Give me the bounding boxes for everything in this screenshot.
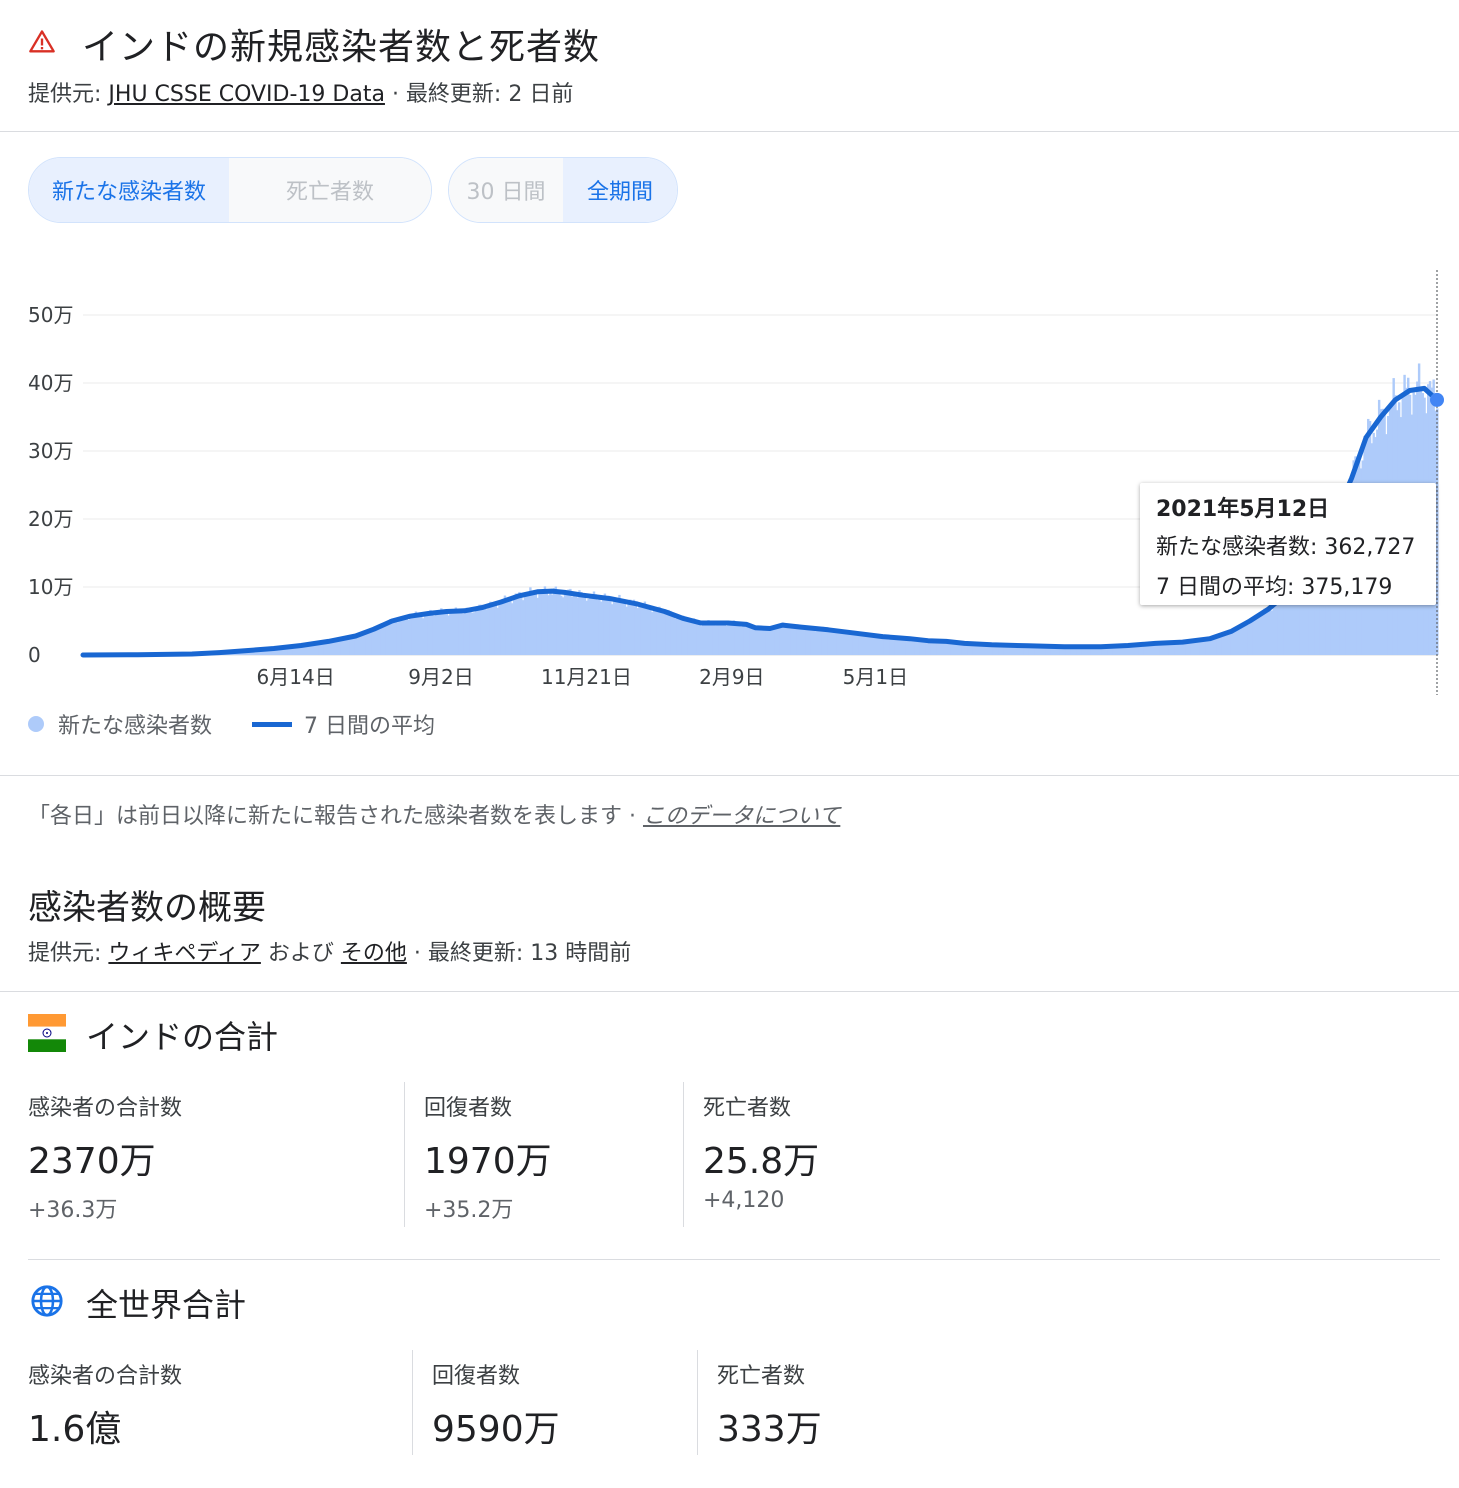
30-days-chip[interactable]: 30 日間: [449, 158, 563, 222]
legend-dot-icon: [28, 716, 44, 732]
y-tick-label: 30万: [28, 439, 73, 463]
chart-legend: 新たな感染者数 7 日間の平均: [28, 708, 435, 740]
india-recovered-value: 1970万: [424, 1141, 552, 1182]
world-deaths-value: 333万: [717, 1409, 822, 1450]
y-tick-label: 20万: [28, 507, 73, 531]
india-recovered-delta: +35.2万: [424, 1198, 514, 1223]
india-cases-delta: +36.3万: [28, 1198, 118, 1223]
data-source: 提供元: JHU CSSE COVID-19 Data · 最終更新: 2 日前: [28, 82, 574, 107]
y-tick-label: 40万: [28, 371, 73, 395]
divider: [412, 1350, 413, 1455]
india-deaths-value: 25.8万: [703, 1141, 820, 1182]
period-toggle: 30 日間 全期間: [448, 157, 678, 223]
world-recovered-value: 9590万: [432, 1409, 560, 1450]
divider: [0, 991, 1459, 992]
india-cases-label: 感染者の合計数: [28, 1096, 183, 1121]
cases-chart[interactable]: 0 10万 20万 30万 40万 50万 6月14日 9月2日 11月21日 2月9日 5月1日: [0, 260, 1459, 700]
chart-note: 「各日」は前日以降に新たに報告された感染者数を表します · このデータについて: [28, 804, 841, 829]
x-tick-label: 2月9日: [699, 665, 764, 689]
india-deaths-label: 死亡者数: [703, 1096, 792, 1121]
x-tick-label: 11月21日: [541, 665, 632, 689]
world-recovered-label: 回復者数: [432, 1364, 521, 1389]
y-tick-label: 10万: [28, 575, 73, 599]
page-title: インドの新規感染者数と死者数: [82, 27, 601, 68]
summary-title: 感染者数の概要: [28, 888, 266, 928]
source-link[interactable]: JHU CSSE COVID-19 Data: [108, 82, 385, 107]
warning-icon: [29, 30, 55, 53]
x-tick-label: 9月2日: [408, 665, 473, 689]
world-totals-title: 全世界合計: [86, 1286, 247, 1324]
divider: [683, 1082, 684, 1227]
wikipedia-link[interactable]: ウィキペディア: [108, 941, 260, 966]
india-cases-value: 2370万: [28, 1141, 156, 1182]
legend-new-cases: 新たな感染者数: [58, 714, 213, 739]
india-recovered-label: 回復者数: [424, 1096, 513, 1121]
globe-icon: [31, 1285, 63, 1317]
x-tick-label: 6月14日: [257, 665, 335, 689]
india-flag-icon: [28, 1014, 66, 1052]
metric-toggle: 新たな感染者数 死亡者数: [28, 157, 432, 223]
tooltip-average: 7 日間の平均: 375,179: [1156, 575, 1393, 600]
divider: [0, 131, 1459, 132]
about-data-link[interactable]: このデータについて: [643, 804, 840, 829]
legend-average: 7 日間の平均: [304, 714, 436, 739]
chart-tooltip: 2021年5月12日 新たな感染者数: 362,727 7 日間の平均: 375…: [1140, 483, 1436, 605]
y-tick-label: 50万: [28, 303, 73, 327]
others-link[interactable]: その他: [341, 941, 407, 966]
new-cases-chip[interactable]: 新たな感染者数: [29, 158, 229, 222]
world-deaths-label: 死亡者数: [717, 1364, 806, 1389]
hover-point: [1430, 392, 1444, 407]
deaths-chip[interactable]: 死亡者数: [229, 158, 431, 222]
divider: [28, 1259, 1440, 1260]
divider: [697, 1350, 698, 1455]
tooltip-new-cases: 新たな感染者数: 362,727: [1156, 535, 1416, 560]
y-tick-label: 0: [28, 643, 41, 667]
world-cases-label: 感染者の合計数: [28, 1364, 183, 1389]
india-totals-title: インドの合計: [86, 1018, 279, 1056]
world-cases-value: 1.6億: [28, 1409, 122, 1450]
india-deaths-delta: +4,120: [703, 1188, 785, 1213]
legend-line-icon: [252, 721, 293, 727]
all-time-chip[interactable]: 全期間: [563, 158, 677, 222]
divider: [404, 1082, 405, 1227]
x-tick-label: 5月1日: [843, 665, 908, 689]
divider: [0, 775, 1459, 776]
tooltip-date: 2021年5月12日: [1156, 497, 1330, 522]
summary-source: 提供元: ウィキペディア および その他 · 最終更新: 13 時間前: [28, 941, 632, 966]
